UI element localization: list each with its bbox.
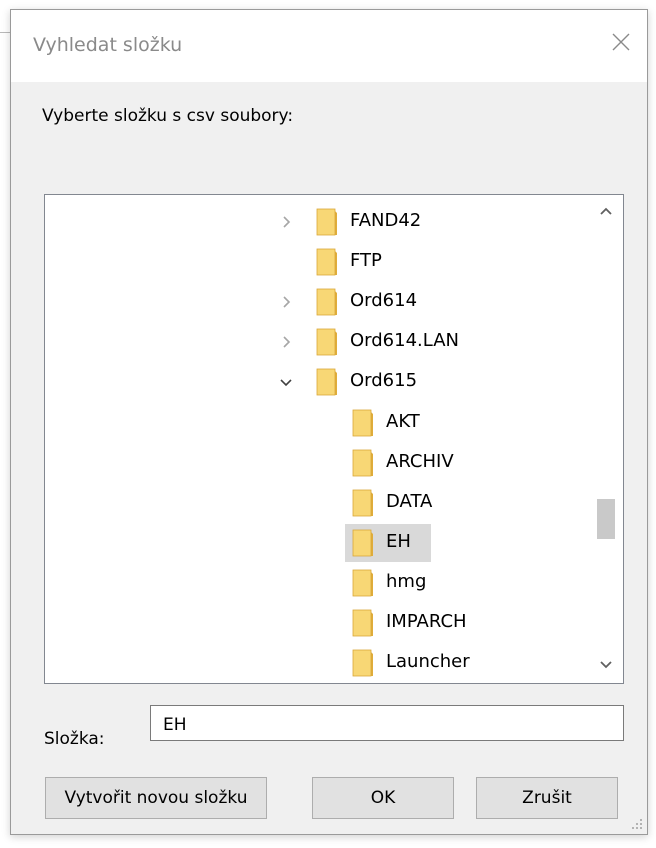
chevron-up-icon [600,207,612,215]
folder-icon [316,208,337,236]
close-button[interactable] [603,24,639,60]
tree-item[interactable]: Ord614.LAN [45,324,585,360]
new-folder-button[interactable]: Vytvořit novou složku [45,777,267,819]
tree-item-label: Ord614 [350,290,418,312]
ok-button[interactable]: OK [312,777,454,819]
tree-item[interactable]: AKT [45,405,585,441]
tree-item-label: AKT [386,410,420,432]
dialog-title: Vyhledat složku [33,34,183,56]
folder-icon [316,248,337,276]
chevron-right-icon[interactable] [279,295,293,309]
folder-icon [352,649,373,677]
tree-item-label: EH [386,530,411,552]
chevron-down-icon [600,661,612,669]
tree-item-label: FAND42 [350,210,422,231]
tree-item[interactable]: Ord614 [45,284,585,320]
tree-item[interactable]: FTP [45,244,585,280]
tree-item[interactable]: Ord615 [45,364,585,400]
tree-item[interactable]: DATA [45,485,585,521]
close-icon [612,33,630,51]
folder-icon [316,368,337,396]
folder-name-input[interactable] [150,705,624,741]
folder-icon [352,409,373,436]
background-divider [0,32,10,33]
scrollbar-thumb[interactable] [597,499,615,539]
folder-icon [316,328,337,356]
tree-item-label: ARCHIV [386,450,454,472]
tree-item[interactable]: hmg [45,565,585,601]
folder-field-label: Složka: [44,729,105,749]
tree-item[interactable]: ARCHIV [45,445,585,481]
tree-item[interactable]: IMPARCH [45,605,585,641]
chevron-right-icon[interactable] [279,215,293,229]
folder-icon [352,529,373,557]
folder-icon [352,569,373,597]
chevron-down-icon[interactable] [279,375,293,389]
tree-item-label: Ord615 [350,370,418,392]
tree-item[interactable]: EH [45,523,585,562]
folder-icon [316,288,337,316]
folder-icon [352,489,373,517]
tree-item-label: Ord614.LAN [350,330,459,352]
tree-item-label: Launcher [386,651,470,673]
tree-item-label: DATA [386,490,433,512]
cancel-button[interactable]: Zrušit [476,777,618,819]
scroll-up-button[interactable] [589,195,623,229]
folder-icon [352,609,373,637]
resize-grip-icon[interactable] [629,816,643,830]
browse-folder-dialog: Vyhledat složku Vyberte složku s csv sou… [10,9,648,835]
tree-item[interactable]: Launcher [45,645,585,681]
scroll-down-button[interactable] [589,649,623,683]
tree-scrollbar[interactable] [589,195,623,683]
folder-icon [352,449,373,476]
title-bar: Vyhledat složku [11,10,647,82]
tree-item[interactable]: FAND42 [45,204,585,240]
instruction-text: Vyberte složku s csv soubory: [42,106,294,126]
chevron-right-icon[interactable] [279,335,293,349]
tree-item-label: hmg [386,570,427,592]
tree-item-label: IMPARCH [386,611,467,632]
folder-tree[interactable]: FAND42 FTP Ord614 Ord614.LAN Ord615 AKT ARCHIV… [44,194,624,684]
tree-item-label: FTP [350,250,382,272]
